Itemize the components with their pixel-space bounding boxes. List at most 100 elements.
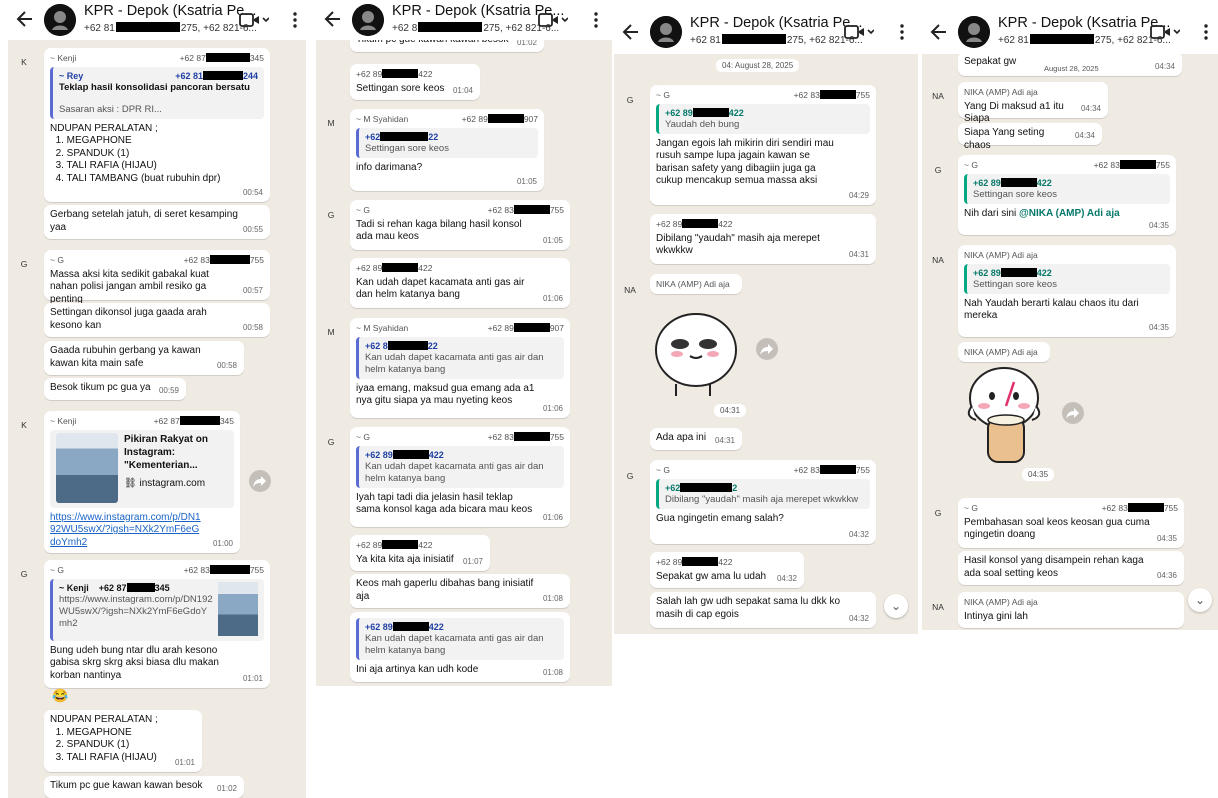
sticker-image[interactable] — [650, 298, 742, 398]
message-bubble[interactable]: +62 89 422 Ya kita kita aja inisiatif 01:… — [350, 535, 490, 571]
sender-avatar[interactable]: M — [321, 322, 341, 342]
sender-avatar[interactable]: G — [620, 90, 640, 110]
quoted-message[interactable]: +62 8 22 Kan udah dapet kacamata anti gas… — [356, 336, 564, 379]
forward-icon[interactable] — [1062, 402, 1084, 424]
link-icon: ⛓ — [124, 477, 140, 489]
quoted-message[interactable]: +62 89 422 Settingan sore keos — [964, 173, 1170, 204]
sender-avatar[interactable]: G — [928, 503, 948, 523]
message-bubble[interactable]: Keos mah gaperlu dibahas bang inisiatif … — [350, 574, 570, 608]
back-arrow-icon[interactable] — [930, 22, 948, 42]
user-mention[interactable]: @NIKA (AMP) Adi aja — [1019, 208, 1120, 219]
group-avatar-icon[interactable] — [352, 4, 384, 36]
sender-avatar[interactable]: NA — [620, 280, 640, 300]
message-bubble[interactable]: ~ G +62 83 755 +62 89 422 Settingan sore ke… — [958, 155, 1176, 235]
message-bubble[interactable]: ~ M Syahidan +62 89 907 +62 8 22 Kan udah d… — [350, 318, 570, 418]
message-bubble[interactable]: ~ G +62 83 755 +62 89 422 Yaudah deh bung J… — [650, 85, 876, 205]
link-preview-card[interactable]: Pikiran Rakyat on Instagram: "Kementeria… — [50, 429, 234, 508]
group-title[interactable]: KPR - Depok (Ksatria Pe... — [998, 15, 1170, 31]
back-arrow-icon[interactable] — [324, 9, 342, 29]
message-bubble[interactable]: NDUPAN PERALATAN ; 1. MEGAPHONE 2. SPAND… — [44, 710, 202, 772]
forward-icon[interactable] — [249, 470, 271, 492]
video-call-icon[interactable] — [538, 12, 568, 28]
quoted-message[interactable]: ~ Rey +62 81 244 Teklap hasil konsolidasi … — [50, 66, 264, 119]
message-bubble[interactable]: ~ Kenji +62 87 345 Pikiran Rakyat on Insta… — [44, 411, 240, 553]
more-options-icon[interactable] — [291, 11, 299, 29]
message-bubble[interactable]: Ada apa ini 04:31 — [650, 428, 742, 450]
video-call-icon[interactable] — [239, 12, 269, 28]
group-avatar-icon[interactable] — [958, 16, 990, 48]
instagram-link[interactable]: https://www.instagram.com/p/DN192WU5swX/… — [50, 512, 234, 550]
quoted-message[interactable]: +62 89 422 Settingan sore keos — [964, 263, 1170, 294]
scroll-down-icon[interactable]: ⌄ — [1188, 588, 1212, 612]
message-bubble[interactable]: NIKA (AMP) Adi aja — [650, 274, 742, 294]
sender-avatar[interactable]: M — [321, 113, 341, 133]
video-call-icon[interactable] — [1150, 24, 1180, 40]
chat-header: KPR - Depok (Ksatria Pe... +62 8 275, +62… — [316, 0, 612, 40]
sticker-image[interactable] — [962, 362, 1048, 466]
sender-avatar[interactable]: G — [14, 254, 34, 274]
quoted-message[interactable]: +62 22 Settingan sore keos — [356, 127, 538, 158]
sender-avatar[interactable]: K — [14, 415, 34, 435]
group-avatar-icon[interactable] — [650, 16, 682, 48]
group-title[interactable]: KPR - Depok (Ksatria Pe... — [84, 3, 256, 19]
group-avatar-icon[interactable] — [44, 4, 76, 36]
message-bubble[interactable]: Tikum pc gue kawan kawan besok 01:02 — [44, 776, 244, 798]
message-bubble[interactable]: NIKA (AMP) Adi aja +62 89 422 Settingan s… — [958, 245, 1176, 337]
group-title[interactable]: KPR - Depok (Ksatria Pe... — [690, 15, 862, 31]
message-bubble[interactable]: NIKA (AMP) Adi aja Intinya gini lah — [958, 592, 1184, 628]
forward-icon[interactable] — [756, 338, 778, 360]
message-bubble[interactable]: +62 89 422 Kan udah dapet kacamata anti g… — [350, 258, 570, 308]
group-members: +62 81 275, +62 821-6... — [998, 34, 1171, 46]
message-bubble[interactable]: Besok tikum pc gua ya 00:59 — [44, 378, 186, 400]
message-bubble[interactable]: ~ G +62 83 755 Tadi si rehan kaga bilang h… — [350, 200, 570, 250]
quoted-message[interactable]: +62 2 Dibilang "yaudah" masih aja merepet… — [656, 478, 870, 509]
message-bubble[interactable]: ~ G +62 83 755 ~ Kenji +62 87 345 https://w… — [44, 560, 270, 688]
video-call-icon[interactable] — [844, 24, 874, 40]
back-arrow-icon[interactable] — [622, 22, 640, 42]
message-bubble[interactable]: Hasil konsol yang disampein rehan kaga a… — [958, 551, 1184, 585]
sender-avatar[interactable]: G — [928, 160, 948, 180]
quoted-thumbnail — [218, 581, 258, 636]
sender-avatar[interactable]: K — [14, 52, 34, 72]
quoted-message[interactable]: ~ Kenji +62 87 345 https://www.instagram.… — [50, 578, 264, 641]
message-bubble[interactable]: Sepakat gw August 28, 2025 04:34 — [958, 52, 1182, 76]
chat-panel-1: KPR - Depok (Ksatria Pe... +62 81 275, +6… — [8, 0, 306, 798]
message-bubble[interactable]: Salah lah gw udh sepakat sama lu dkk ko … — [650, 592, 876, 628]
sender-avatar[interactable]: NA — [928, 86, 948, 106]
message-bubble[interactable]: NIKA (AMP) Adi aja — [958, 342, 1050, 362]
message-bubble[interactable]: NIKA (AMP) Adi aja Yang Di maksud a1 itu… — [958, 82, 1108, 124]
scroll-down-icon[interactable]: ⌄ — [884, 594, 908, 618]
sender-avatar[interactable]: G — [620, 466, 640, 486]
message-bubble[interactable]: Siapa Yang seting chaos 04:34 — [958, 123, 1102, 151]
message-bubble[interactable]: ~ M Syahidan +62 89 907 +62 22 Settingan so… — [350, 109, 544, 191]
sender-avatar[interactable]: G — [321, 432, 341, 452]
message-bubble[interactable]: ~ Kenji +62 87 345 ~ Rey +62 81 244 Teklap h… — [44, 48, 270, 202]
quoted-message[interactable]: +62 89 422 Kan udah dapet kacamata anti g… — [356, 445, 564, 488]
message-bubble[interactable]: +62 89 422 Dibilang "yaudah" masih aja me… — [650, 214, 876, 264]
sender-avatar[interactable]: G — [321, 205, 341, 225]
sender-avatar[interactable]: G — [14, 564, 34, 584]
message-bubble[interactable]: Gerbang setelah jatuh, di seret kesampin… — [44, 205, 270, 239]
group-members: +62 81 275, +62 821-6... — [690, 34, 863, 46]
message-bubble[interactable]: ~ G +62 83 755 Pembahasan soal keos keosan… — [958, 498, 1184, 548]
message-bubble[interactable]: +62 89 422 Kan udah dapet kacamata anti g… — [350, 612, 570, 682]
more-options-icon[interactable] — [1202, 23, 1210, 41]
message-bubble[interactable]: ~ G +62 83 755 +62 89 422 Kan udah dapet ka… — [350, 427, 570, 527]
message-bubble[interactable]: Gaada rubuhin gerbang ya kawan kawan kit… — [44, 341, 244, 375]
message-bubble[interactable]: +62 89 422 Sepakat gw ama lu udah 04:32 — [650, 552, 804, 588]
message-bubble[interactable]: ~ G +62 83 755 +62 2 Dibilang "yaudah" masi… — [650, 460, 876, 544]
back-arrow-icon[interactable] — [16, 9, 34, 29]
message-bubble[interactable]: ~ G +62 83 755 Massa aksi kita sedikit gab… — [44, 250, 270, 305]
sender-avatar[interactable]: NA — [928, 597, 948, 617]
chat-panel-3: KPR - Depok (Ksatria Pe... +62 81 275, +6… — [614, 0, 918, 634]
quoted-message[interactable]: +62 89 422 Kan udah dapet kacamata anti g… — [356, 618, 564, 660]
more-options-icon[interactable] — [592, 11, 600, 29]
sender-avatar[interactable]: NA — [928, 250, 948, 270]
group-members: +62 81 275, +62 821-6... — [84, 22, 257, 34]
quoted-message[interactable]: +62 89 422 Yaudah deh bung — [656, 103, 870, 134]
date-divider: 04: August 28, 2025 — [716, 59, 800, 72]
sticker-time: 04:35 — [1022, 468, 1055, 481]
message-bubble[interactable]: Settingan dikonsol juga gaada arah keson… — [44, 303, 270, 337]
more-options-icon[interactable] — [898, 23, 906, 41]
message-bubble[interactable]: +62 89 422 Settingan sore keos 01:04 — [350, 64, 480, 100]
